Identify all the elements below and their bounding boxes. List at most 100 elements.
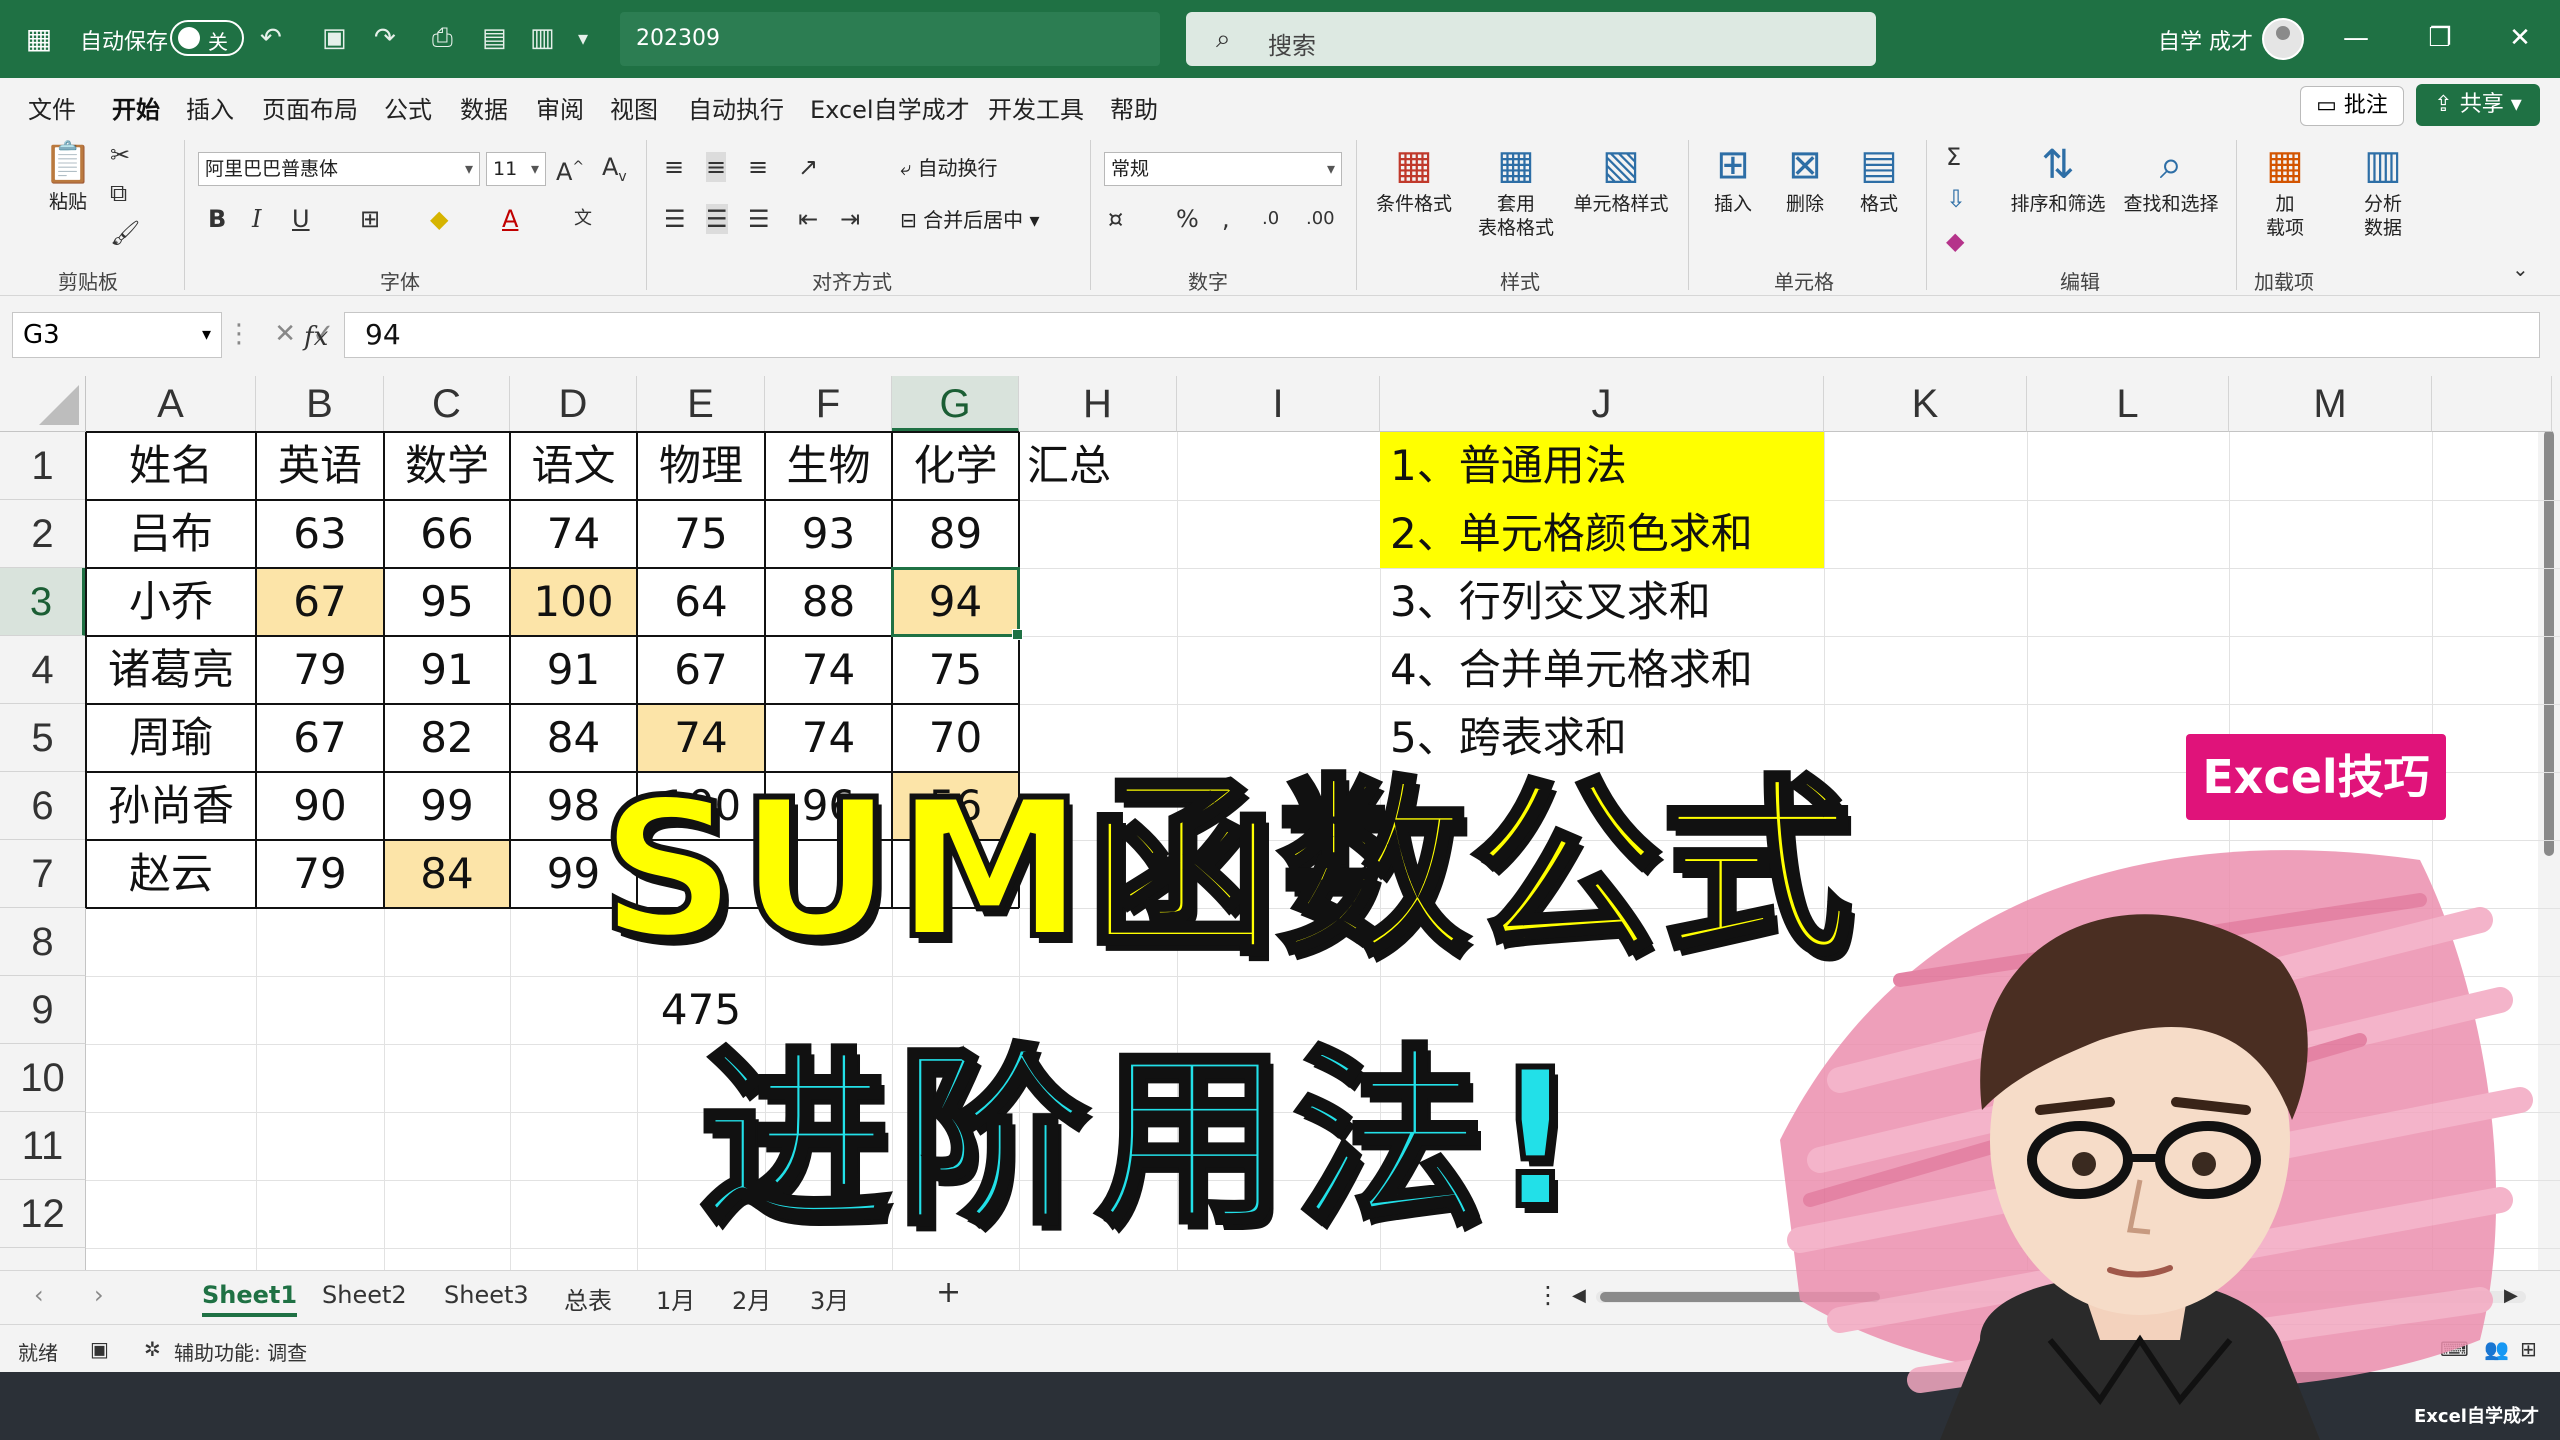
sheet-tab-feb[interactable]: 2月 <box>732 1281 771 1316</box>
font-size-select[interactable]: 11 <box>486 152 546 186</box>
table-cell-name[interactable]: 孙尚香 <box>86 772 256 840</box>
close-icon[interactable]: ✕ <box>2500 20 2540 56</box>
column-header-a[interactable]: A <box>86 376 256 432</box>
comment-button[interactable]: ▭ 批注 <box>2300 86 2404 126</box>
method-note[interactable]: 2、单元格颜色求和 <box>1380 500 1824 568</box>
decrease-decimal-icon[interactable]: .00 <box>1306 204 1335 234</box>
table-cell-name[interactable]: 赵云 <box>86 840 256 908</box>
sheet-tab-sheet1[interactable]: Sheet1 <box>202 1281 298 1317</box>
user-name[interactable]: 自学 成才 <box>2158 24 2253 56</box>
conditional-format-button[interactable]: ▦ 条件格式 <box>1366 142 1462 216</box>
fill-color-icon[interactable]: ◆ <box>430 204 448 234</box>
column-header-next[interactable] <box>2432 376 2552 432</box>
align-right-icon[interactable]: ☰ <box>748 204 770 234</box>
align-middle-icon[interactable]: ≡ <box>706 152 727 182</box>
autosave-toggle[interactable]: 关 <box>170 20 244 56</box>
table-cell-score[interactable]: 75 <box>637 500 765 568</box>
table-header-cell[interactable]: 物理 <box>637 432 765 500</box>
print-icon[interactable]: ⎙ <box>432 20 453 56</box>
find-select-button[interactable]: ⌕ 查找和选择 <box>2116 142 2226 216</box>
table-cell-score[interactable]: 91 <box>510 636 637 704</box>
next-sheet-icon[interactable]: › <box>94 1281 104 1309</box>
row-header-9[interactable]: 9 <box>0 976 86 1044</box>
column-header-g[interactable]: G <box>892 376 1019 432</box>
increase-indent-icon[interactable]: ⇥ <box>840 204 860 234</box>
table-cell-score[interactable]: 82 <box>384 704 510 772</box>
analyze-data-button[interactable]: ▥ 分析 数据 <box>2348 142 2418 240</box>
prev-sheet-icon[interactable]: ‹ <box>34 1281 44 1309</box>
row-header-1[interactable]: 1 <box>0 432 86 500</box>
table-cell-name[interactable]: 周瑜 <box>86 704 256 772</box>
table-header-cell[interactable]: 化学 <box>892 432 1019 500</box>
accessibility-status[interactable]: 辅助功能: 调查 <box>174 1337 307 1366</box>
tab-insert[interactable]: 插入 <box>186 90 234 125</box>
orientation-icon[interactable]: ↗ <box>798 152 818 182</box>
row-header-5[interactable]: 5 <box>0 704 86 772</box>
method-note[interactable]: 3、行列交叉求和 <box>1380 568 1824 636</box>
addins-button[interactable]: ▦ 加 载项 <box>2252 142 2318 240</box>
table-cell-name[interactable]: 吕布 <box>86 500 256 568</box>
tab-home[interactable]: 开始 <box>112 90 160 135</box>
table-header-cell[interactable]: 姓名 <box>86 432 256 500</box>
row-header-partial[interactable] <box>0 1248 86 1270</box>
format-cells-button[interactable]: ▤ 格式 <box>1846 142 1912 216</box>
align-top-icon[interactable]: ≡ <box>664 152 684 182</box>
copy-icon[interactable]: ⧉ <box>110 178 127 208</box>
fx-icon[interactable]: fx <box>304 322 328 352</box>
table-cell-score[interactable]: 75 <box>892 636 1019 704</box>
table-cell-score[interactable]: 88 <box>765 568 892 636</box>
decrease-indent-icon[interactable]: ⇤ <box>798 204 818 234</box>
fill-icon[interactable]: ⇩ <box>1946 184 1966 214</box>
table-cell-score[interactable]: 63 <box>256 500 384 568</box>
column-header-f[interactable]: F <box>765 376 892 432</box>
column-header-i[interactable]: I <box>1177 376 1380 432</box>
phonetic-icon[interactable]: 文 <box>574 204 592 234</box>
wrap-text-button[interactable]: ⤶ 自动换行 <box>900 156 998 180</box>
collapse-ribbon-icon[interactable]: ⌄ <box>2512 254 2529 284</box>
table-cell-score[interactable]: 99 <box>384 772 510 840</box>
align-left-icon[interactable]: ☰ <box>664 204 686 234</box>
font-name-select[interactable]: 阿里巴巴普惠体 <box>198 152 480 186</box>
align-bottom-icon[interactable]: ≡ <box>748 152 768 182</box>
table-cell-score[interactable]: 100 <box>510 568 637 636</box>
tab-help[interactable]: 帮助 <box>1110 90 1158 125</box>
table-header-cell[interactable]: 语文 <box>510 432 637 500</box>
cut-icon[interactable]: ✂ <box>110 140 130 170</box>
tab-developer[interactable]: 开发工具 <box>988 90 1084 125</box>
column-header-k[interactable]: K <box>1824 376 2027 432</box>
save-icon[interactable]: ▣ <box>322 20 347 56</box>
percent-icon[interactable]: % <box>1176 204 1199 234</box>
select-all-corner[interactable] <box>0 376 86 432</box>
sheet-tab-summary[interactable]: 总表 <box>564 1281 612 1316</box>
more-icon[interactable]: ⋮ <box>226 319 252 349</box>
column-header-h[interactable]: H <box>1019 376 1177 432</box>
comma-icon[interactable]: , <box>1222 204 1230 234</box>
sheet-tab-mar[interactable]: 3月 <box>810 1281 849 1316</box>
table-cell-score[interactable]: 67 <box>256 704 384 772</box>
avatar[interactable] <box>2262 18 2304 60</box>
search-box[interactable]: ⌕ 搜索 <box>1186 12 1876 66</box>
sheet-options-icon[interactable]: ⋮ <box>1536 1281 1560 1309</box>
table-cell-score[interactable]: 74 <box>765 636 892 704</box>
paste-button[interactable]: 📋 粘贴 <box>38 140 98 214</box>
method-note[interactable]: 4、合并单元格求和 <box>1380 636 1824 704</box>
table-cell-name[interactable]: 诸葛亮 <box>86 636 256 704</box>
scroll-left-icon[interactable]: ◀ <box>1572 1285 1586 1306</box>
italic-icon[interactable]: I <box>252 204 261 234</box>
form-icon[interactable]: ▥ <box>530 20 555 56</box>
tab-data[interactable]: 数据 <box>460 90 508 125</box>
tab-automate[interactable]: 自动执行 <box>688 90 784 125</box>
column-header-l[interactable]: L <box>2027 376 2229 432</box>
column-header-c[interactable]: C <box>384 376 510 432</box>
customize-qat-icon[interactable]: ▾ <box>578 20 588 56</box>
merge-center-button[interactable]: ⊟ 合并后居中 ▾ <box>900 208 1040 232</box>
column-header-j[interactable]: J <box>1380 376 1824 432</box>
tab-excel-self-study[interactable]: Excel自学成才 <box>810 90 970 125</box>
borders-icon[interactable]: ⊞ <box>360 204 380 234</box>
bold-icon[interactable]: B <box>208 204 226 234</box>
table-cell-score[interactable]: 84 <box>384 840 510 908</box>
cell-styles-button[interactable]: ▧ 单元格样式 <box>1566 142 1676 216</box>
row-header-7[interactable]: 7 <box>0 840 86 908</box>
decrease-font-icon[interactable]: Av <box>602 152 627 192</box>
sum-icon[interactable]: Σ <box>1946 142 1961 172</box>
